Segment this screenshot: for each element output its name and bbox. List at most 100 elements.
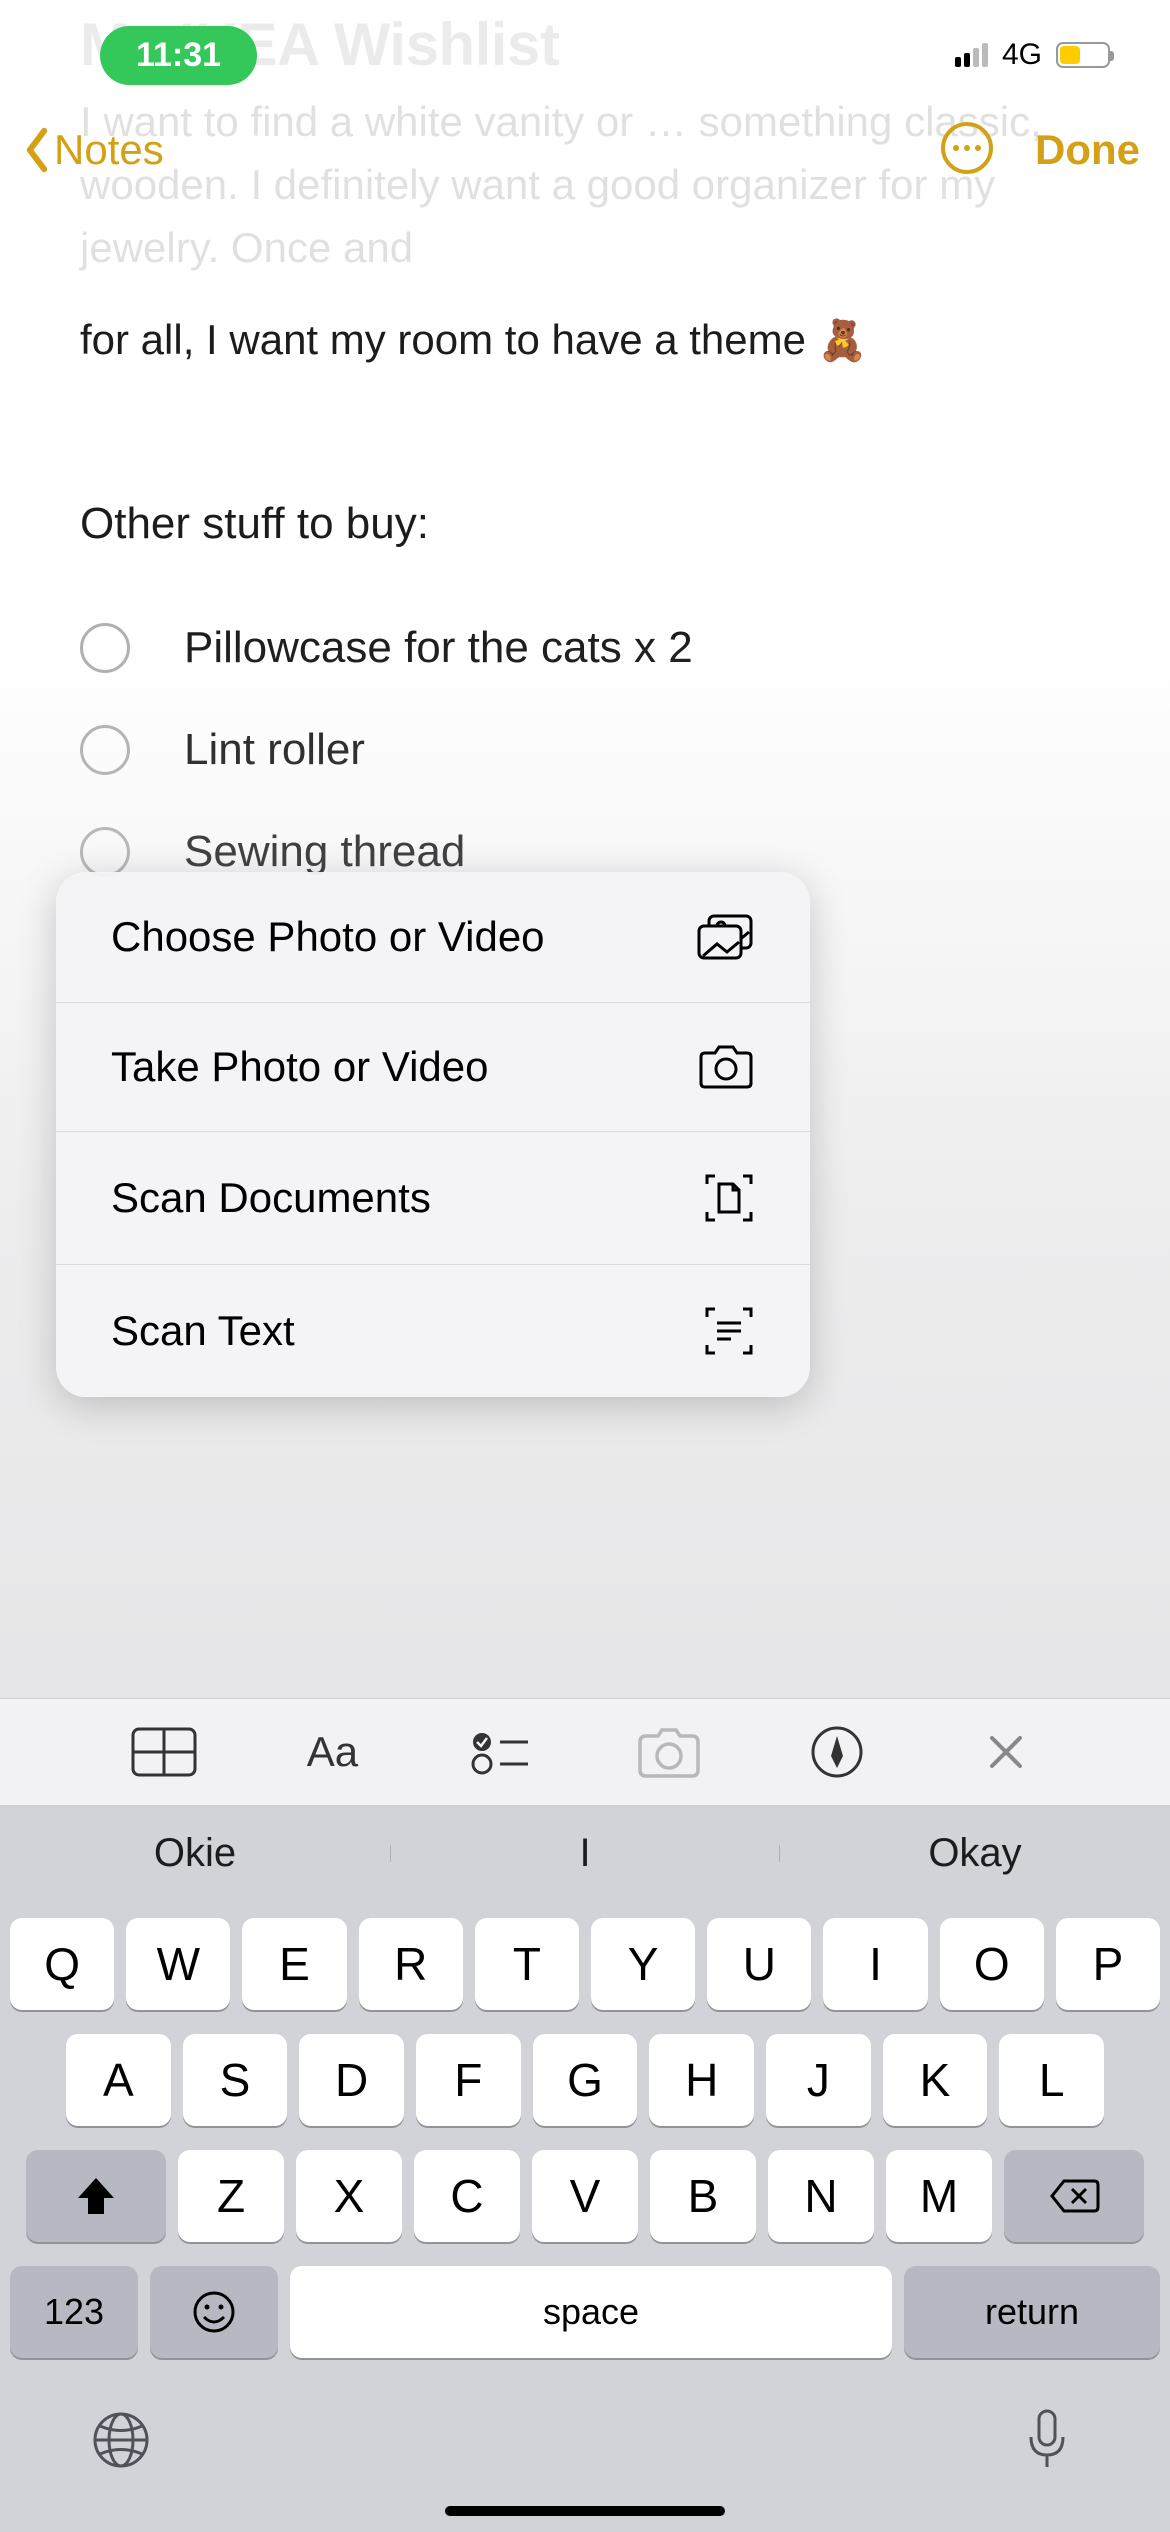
network-label: 4G	[1002, 38, 1042, 72]
key-z[interactable]: Z	[178, 2150, 284, 2242]
key-j[interactable]: J	[766, 2034, 871, 2126]
camera-icon	[634, 1724, 704, 1780]
key-backspace[interactable]	[1004, 2150, 1144, 2242]
camera-icon	[697, 1043, 755, 1091]
suggestion-mid[interactable]: I	[390, 1831, 780, 1876]
key-emoji[interactable]	[150, 2266, 278, 2358]
table-button[interactable]	[124, 1712, 204, 1792]
backspace-icon	[1048, 2177, 1100, 2215]
checklist-button[interactable]	[461, 1712, 541, 1792]
checklist: Pillowcase for the cats x 2 Lint roller …	[80, 597, 1090, 903]
status-time-pill[interactable]: 11:31	[100, 26, 257, 85]
back-label: Notes	[54, 126, 164, 174]
key-n[interactable]: N	[768, 2150, 874, 2242]
aa-icon: Aa	[307, 1728, 358, 1776]
checklist-item[interactable]: Pillowcase for the cats x 2	[80, 597, 1090, 699]
note-body[interactable]: for all, I want my room to have a theme …	[0, 308, 1170, 903]
globe-icon	[90, 2409, 152, 2471]
key-c[interactable]: C	[414, 2150, 520, 2242]
choose-photo-label: Choose Photo or Video	[111, 913, 545, 961]
ellipsis-circle-icon	[939, 120, 995, 176]
battery-icon	[1056, 42, 1110, 68]
key-i[interactable]: I	[823, 1918, 927, 2010]
checklist-label[interactable]: Pillowcase for the cats x 2	[184, 615, 693, 681]
scan-text-button[interactable]: Scan Text	[56, 1264, 810, 1397]
key-p[interactable]: P	[1056, 1918, 1160, 2010]
document-scan-icon	[703, 1172, 755, 1224]
keyboard-area: Aa Okie I Okay	[0, 1698, 1170, 2532]
teddy-emoji: 🧸	[818, 319, 868, 363]
camera-button[interactable]	[629, 1712, 709, 1792]
text-scan-icon	[703, 1305, 755, 1357]
keyboard-row: Q W E R T Y U I O P	[10, 1918, 1160, 2010]
key-y[interactable]: Y	[591, 1918, 695, 2010]
keyboard-row: A S D F G H J K L	[10, 2034, 1160, 2126]
status-bar: 11:31 4G	[0, 0, 1170, 110]
keyboard: Q W E R T Y U I O P A S D F G H J K L Z	[0, 1900, 1170, 2532]
keyboard-row: Z X C V B N M	[10, 2150, 1160, 2242]
smiley-icon	[191, 2289, 237, 2335]
key-numbers[interactable]: 123	[10, 2266, 138, 2358]
key-l[interactable]: L	[999, 2034, 1104, 2126]
key-f[interactable]: F	[416, 2034, 521, 2126]
key-r[interactable]: R	[359, 1918, 463, 2010]
text-format-button[interactable]: Aa	[292, 1712, 372, 1792]
suggestion-left[interactable]: Okie	[0, 1831, 390, 1876]
back-button[interactable]: Notes	[20, 126, 164, 174]
suggestion-right[interactable]: Okay	[780, 1831, 1170, 1876]
close-icon	[986, 1732, 1026, 1772]
more-button[interactable]	[939, 120, 995, 181]
key-a[interactable]: A	[66, 2034, 171, 2126]
key-s[interactable]: S	[183, 2034, 288, 2126]
done-button[interactable]: Done	[1035, 126, 1140, 174]
pen-circle-icon	[809, 1724, 865, 1780]
checklist-icon	[470, 1728, 532, 1776]
key-q[interactable]: Q	[10, 1918, 114, 2010]
mic-icon	[1024, 2407, 1070, 2473]
key-e[interactable]: E	[242, 1918, 346, 2010]
key-return[interactable]: return	[904, 2266, 1160, 2358]
close-toolbar-button[interactable]	[966, 1712, 1046, 1792]
choose-photo-button[interactable]: Choose Photo or Video	[56, 872, 810, 1002]
key-u[interactable]: U	[707, 1918, 811, 2010]
chevron-left-icon	[20, 126, 54, 174]
key-space[interactable]: space	[290, 2266, 892, 2358]
format-toolbar: Aa	[0, 1698, 1170, 1806]
key-g[interactable]: G	[533, 2034, 638, 2126]
scan-text-label: Scan Text	[111, 1307, 295, 1355]
shift-icon	[74, 2174, 118, 2218]
nav-bar: Notes Done	[0, 110, 1170, 210]
signal-icon	[955, 43, 988, 67]
key-h[interactable]: H	[649, 2034, 754, 2126]
checkbox-icon[interactable]	[80, 725, 130, 775]
home-indicator[interactable]	[445, 2506, 725, 2516]
camera-action-sheet: Choose Photo or Video Take Photo or Vide…	[56, 872, 810, 1397]
gallery-icon	[695, 912, 755, 962]
suggestion-bar: Okie I Okay	[0, 1806, 1170, 1900]
scan-documents-label: Scan Documents	[111, 1174, 431, 1222]
key-o[interactable]: O	[940, 1918, 1044, 2010]
key-b[interactable]: B	[650, 2150, 756, 2242]
scan-documents-button[interactable]: Scan Documents	[56, 1131, 810, 1264]
key-v[interactable]: V	[532, 2150, 638, 2242]
key-k[interactable]: K	[883, 2034, 988, 2126]
checklist-item[interactable]: Lint roller	[80, 699, 1090, 801]
key-shift[interactable]	[26, 2150, 166, 2242]
key-x[interactable]: X	[296, 2150, 402, 2242]
mic-button[interactable]	[1024, 2407, 1070, 2478]
key-t[interactable]: T	[475, 1918, 579, 2010]
checklist-label[interactable]: Lint roller	[184, 717, 365, 783]
key-w[interactable]: W	[126, 1918, 230, 2010]
key-m[interactable]: M	[886, 2150, 992, 2242]
note-paragraph[interactable]: for all, I want my room to have a theme …	[80, 308, 1090, 371]
markup-button[interactable]	[797, 1712, 877, 1792]
keyboard-row: 123 space return	[10, 2266, 1160, 2358]
checkbox-icon[interactable]	[80, 623, 130, 673]
take-photo-label: Take Photo or Video	[111, 1043, 489, 1091]
table-icon	[129, 1725, 199, 1779]
key-d[interactable]: D	[299, 2034, 404, 2126]
section-header[interactable]: Other stuff to buy:	[80, 491, 1090, 557]
take-photo-button[interactable]: Take Photo or Video	[56, 1002, 810, 1131]
checkbox-icon[interactable]	[80, 827, 130, 877]
globe-button[interactable]	[90, 2409, 152, 2476]
